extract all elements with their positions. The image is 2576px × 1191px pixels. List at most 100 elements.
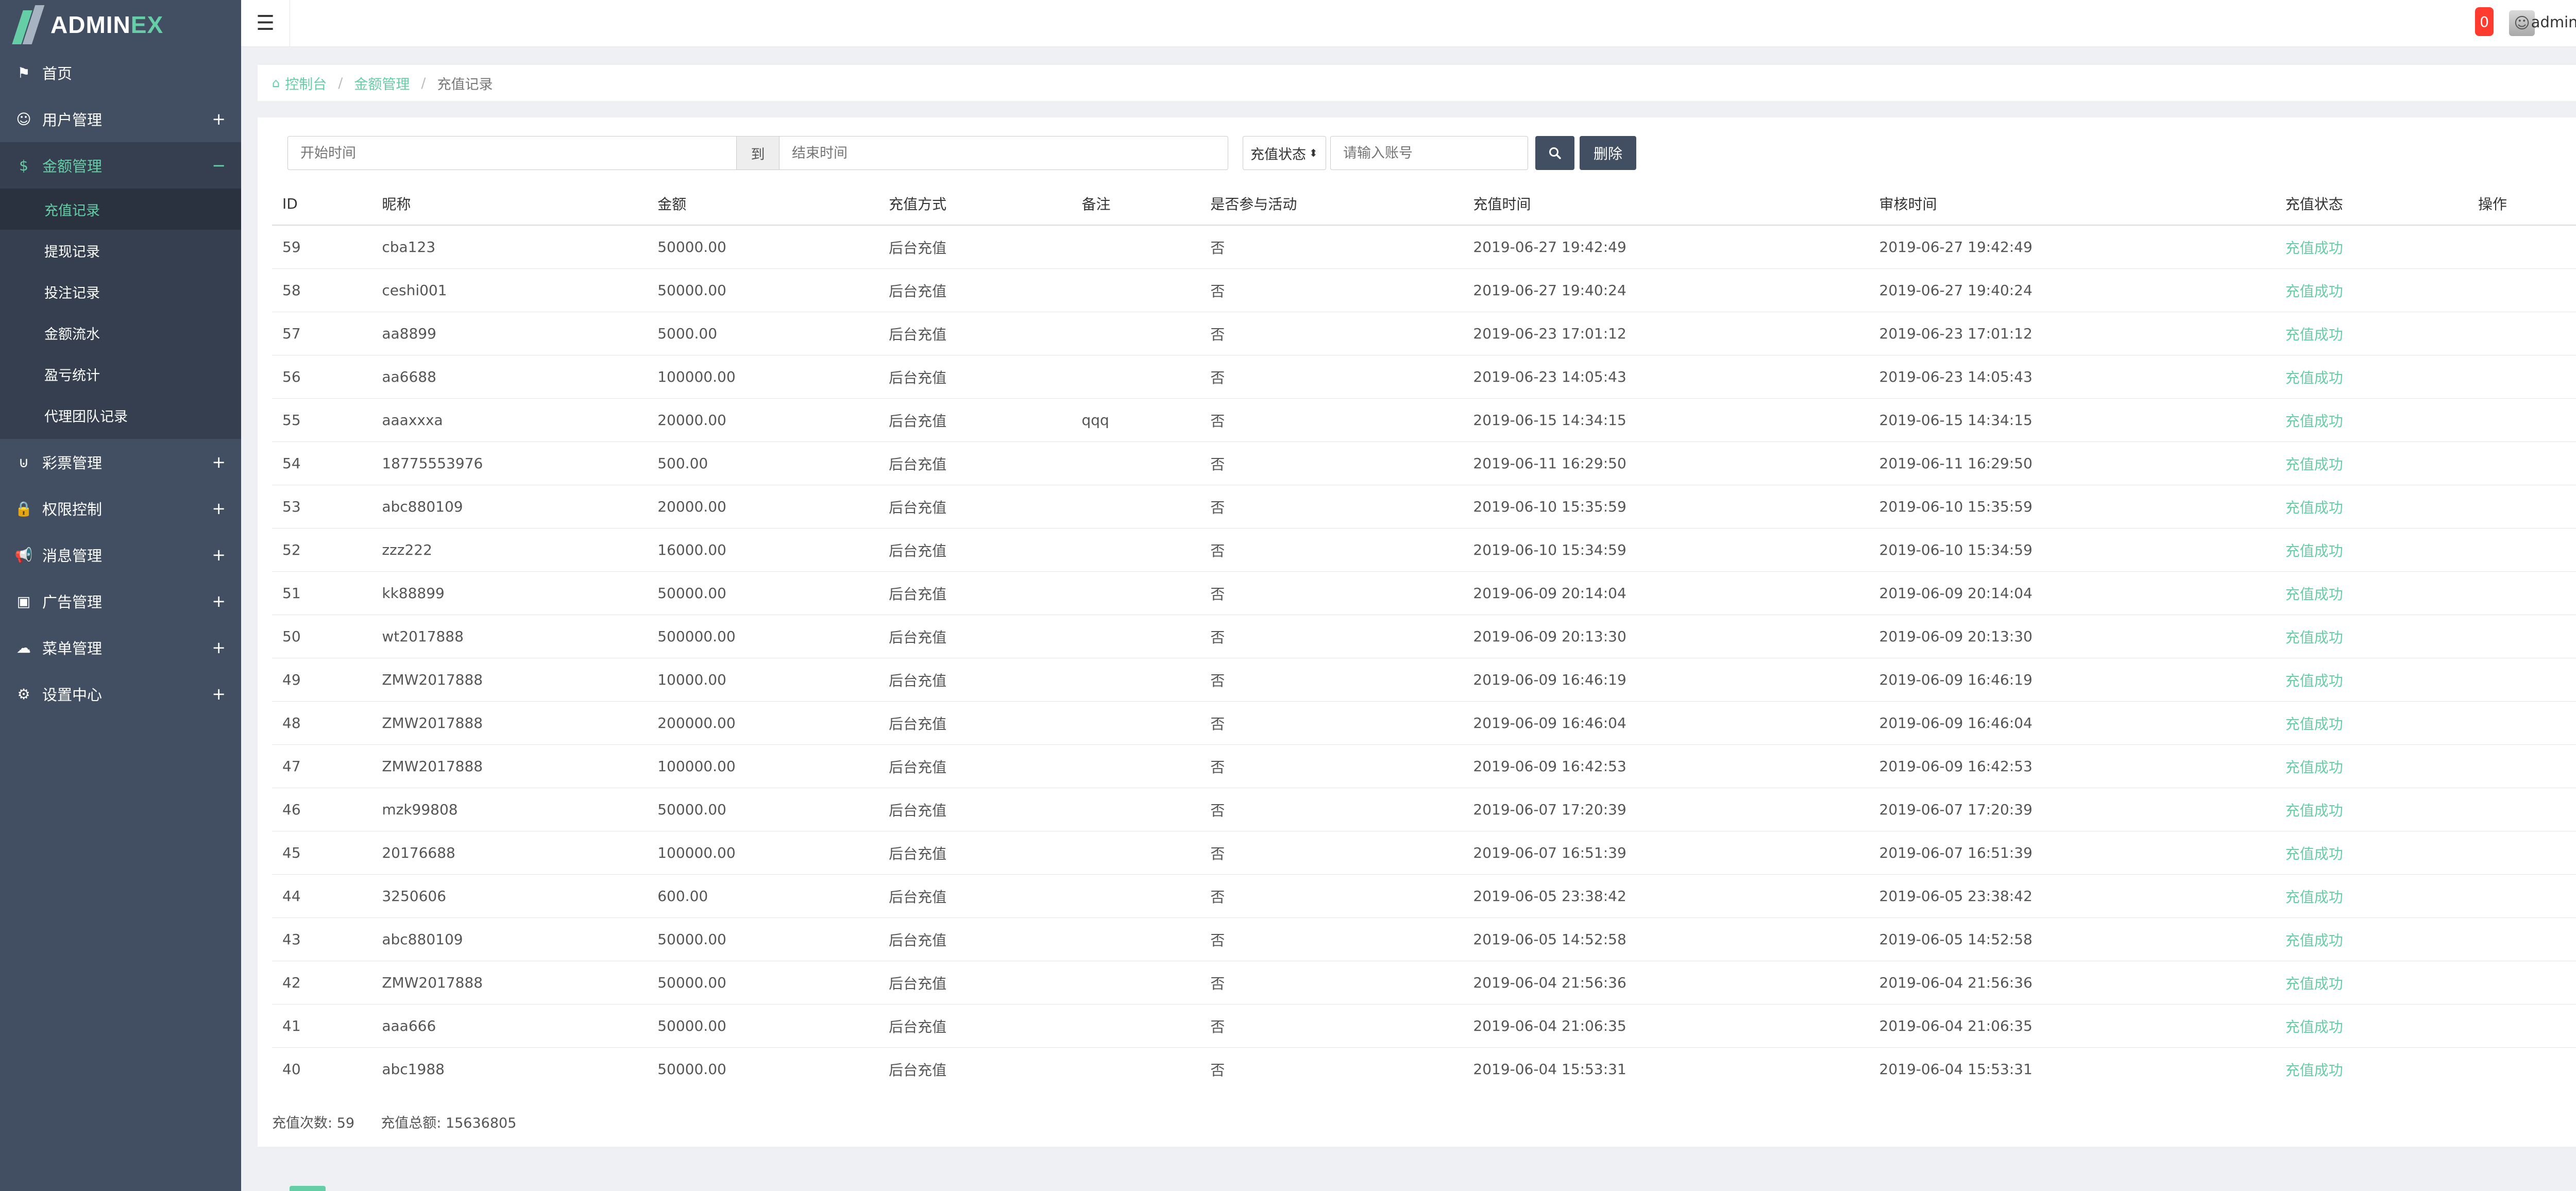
- column-header[interactable]: 昵称: [371, 182, 648, 226]
- cell-id: 45: [272, 831, 372, 875]
- column-header[interactable]: 备注: [1071, 182, 1200, 226]
- table-row: 56 aa6688 100000.00 后台充值否 2019-06-23 14:05:4…: [272, 355, 2576, 399]
- sidebar-subitem[interactable]: 投注记录: [0, 271, 241, 312]
- cell-actions[interactable]: [2468, 268, 2576, 312]
- recharge-records-table: ID 昵称 金额 充值方式 备注 是否参与活动 充值时间 审核时间 充值状态 操作 59 cba12…: [272, 182, 2576, 1091]
- username-label[interactable]: admin1: [2531, 13, 2576, 31]
- cell-actions[interactable]: [2468, 961, 2576, 1005]
- recharge-total-label: 充值总额:: [381, 1115, 442, 1131]
- cell-actions[interactable]: [2468, 1004, 2576, 1048]
- cell-actions[interactable]: [2468, 571, 2576, 615]
- cell-actions[interactable]: [2468, 1047, 2576, 1091]
- expand-icon[interactable]: +: [212, 499, 226, 518]
- cell-status: 充值成功: [2275, 312, 2468, 355]
- column-header[interactable]: 操作: [2468, 182, 2576, 226]
- recharge-count-label: 充值次数:: [272, 1115, 333, 1131]
- cell-activity: 否: [1200, 961, 1463, 1005]
- column-header[interactable]: 充值方式: [878, 182, 1072, 226]
- expand-icon[interactable]: +: [212, 452, 226, 472]
- sidebar-subitem[interactable]: 充值记录: [0, 189, 241, 230]
- cell-actions[interactable]: [2468, 485, 2576, 529]
- breadcrumb-home-link[interactable]: 控制台: [285, 73, 327, 93]
- cell-actions[interactable]: [2468, 355, 2576, 399]
- cell-amount: 50000.00: [647, 225, 879, 269]
- sidebar-item-1[interactable]: ☺ 用户管理 +: [0, 96, 241, 142]
- cell-actions[interactable]: [2468, 831, 2576, 875]
- sidebar-subitem[interactable]: 金额流水: [0, 312, 241, 353]
- cell-actions[interactable]: [2468, 225, 2576, 269]
- sidebar-item-6[interactable]: ▣ 广告管理 +: [0, 578, 241, 624]
- cell-note: [1071, 744, 1200, 788]
- table-row: 45 20176688 100000.00 后台充值否 2019-06-07 16:51…: [272, 831, 2576, 875]
- sidebar-subitem[interactable]: 代理团队记录: [0, 395, 241, 436]
- account-search-input[interactable]: [1330, 136, 1528, 170]
- column-header[interactable]: 是否参与活动: [1200, 182, 1463, 226]
- expand-icon[interactable]: +: [212, 591, 226, 611]
- end-time-input[interactable]: [779, 136, 1228, 170]
- sidebar-item-8[interactable]: ⚙ 设置中心 +: [0, 671, 241, 717]
- sidebar-item-0[interactable]: ⚑ 首页: [0, 49, 241, 96]
- logo[interactable]: ADMINEX: [0, 0, 241, 49]
- menu-toggle-button[interactable]: ☰: [241, 0, 290, 46]
- sidebar-item-label: 权限控制: [42, 501, 103, 518]
- cell-note: [1071, 874, 1200, 918]
- cell-actions[interactable]: [2468, 701, 2576, 745]
- expand-icon[interactable]: +: [212, 109, 226, 129]
- cell-actions[interactable]: [2468, 398, 2576, 442]
- cell-status: 充值成功: [2275, 355, 2468, 399]
- cell-review-time: 2019-06-23 14:05:43: [1869, 355, 2275, 399]
- expand-icon[interactable]: +: [212, 684, 226, 704]
- column-header[interactable]: 审核时间: [1869, 182, 2275, 226]
- cell-note: [1071, 701, 1200, 745]
- cell-actions[interactable]: [2468, 788, 2576, 831]
- cell-amount: 50000.00: [647, 788, 879, 831]
- cell-actions[interactable]: [2468, 917, 2576, 961]
- expand-icon[interactable]: +: [212, 638, 226, 657]
- pagination-active-page[interactable]: [290, 1186, 326, 1191]
- start-time-input[interactable]: [287, 136, 737, 170]
- cell-actions[interactable]: [2468, 528, 2576, 572]
- column-header[interactable]: 金额: [647, 182, 879, 226]
- sidebar-item-3[interactable]: ⊍ 彩票管理 +: [0, 439, 241, 485]
- breadcrumb-separator: /: [338, 75, 343, 91]
- delete-button[interactable]: 删除: [1580, 136, 1636, 170]
- cell-status: 充值成功: [2275, 961, 2468, 1005]
- cell-id: 58: [272, 268, 372, 312]
- cell-actions[interactable]: [2468, 441, 2576, 485]
- sidebar-item-7[interactable]: ☁ 菜单管理 +: [0, 624, 241, 671]
- breadcrumb-section-link[interactable]: 金额管理: [354, 73, 410, 93]
- cell-review-time: 2019-06-11 16:29:50: [1869, 441, 2275, 485]
- cell-amount: 50000.00: [647, 1047, 879, 1091]
- column-header[interactable]: 充值时间: [1463, 182, 1869, 226]
- cell-actions[interactable]: [2468, 615, 2576, 658]
- status-select[interactable]: 充值状态 ⬍: [1243, 136, 1326, 170]
- sidebar-item-2[interactable]: $ 金额管理 −: [0, 142, 241, 189]
- cell-actions[interactable]: [2468, 658, 2576, 702]
- search-button[interactable]: [1535, 136, 1574, 170]
- sidebar-item-4[interactable]: 🔒 权限控制 +: [0, 485, 241, 532]
- cell-note: [1071, 1047, 1200, 1091]
- column-header[interactable]: ID: [272, 182, 372, 226]
- sidebar-item-label: 消息管理: [42, 547, 103, 565]
- column-header[interactable]: 充值状态: [2275, 182, 2468, 226]
- cell-actions[interactable]: [2468, 744, 2576, 788]
- cell-amount: 500000.00: [647, 615, 879, 658]
- sidebar-item-5[interactable]: 📢 消息管理 +: [0, 532, 241, 578]
- sidebar-subitem[interactable]: 盈亏统计: [0, 353, 241, 395]
- cell-recharge-time: 2019-06-07 16:51:39: [1463, 831, 1869, 875]
- cell-nickname: ZMW2017888: [371, 744, 648, 788]
- cell-actions[interactable]: [2468, 312, 2576, 355]
- cell-activity: 否: [1200, 398, 1463, 442]
- sidebar-subitem[interactable]: 提现记录: [0, 230, 241, 271]
- cell-actions[interactable]: [2468, 874, 2576, 918]
- cell-note: [1071, 571, 1200, 615]
- cell-status: 充值成功: [2275, 874, 2468, 918]
- cell-activity: 否: [1200, 1047, 1463, 1091]
- table-row: 43 abc880109 50000.00 后台充值否 2019-06-05 14:52…: [272, 917, 2576, 961]
- collapse-icon[interactable]: −: [212, 156, 226, 175]
- cell-status: 充值成功: [2275, 268, 2468, 312]
- notification-badge[interactable]: 0: [2475, 7, 2494, 36]
- cell-review-time: 2019-06-09 16:42:53: [1869, 744, 2275, 788]
- expand-icon[interactable]: +: [212, 545, 226, 565]
- cell-amount: 50000.00: [647, 268, 879, 312]
